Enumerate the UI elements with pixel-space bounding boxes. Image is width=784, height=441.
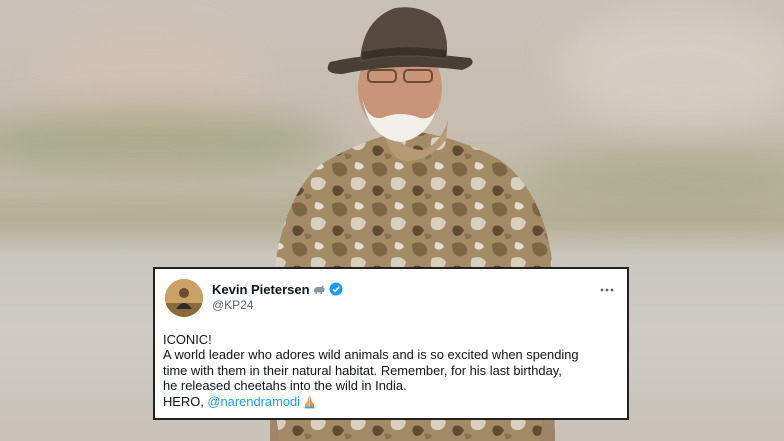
- tweet-line-5-prefix: HERO,: [163, 393, 208, 409]
- tweet-line-4: he released cheetahs into the wild in In…: [163, 378, 407, 394]
- rhino-icon: [312, 282, 326, 296]
- author-handle[interactable]: @KP24: [212, 298, 254, 312]
- tweet-text: ICONIC! A world leader who adores wild a…: [163, 332, 623, 409]
- mention-link[interactable]: @narendramodi: [207, 394, 300, 409]
- tweet-line-1: ICONIC!: [163, 332, 212, 347]
- tweet-line-3: time with them in their natural habitat.…: [163, 362, 562, 378]
- folded-hands-icon: [302, 394, 317, 409]
- tweet-author-row: Kevin Pietersen: [212, 280, 343, 298]
- tweet-line-5: HERO, @narendramodi: [163, 394, 623, 409]
- tweet-line-2: A world leader who adores wild animals a…: [163, 347, 579, 363]
- author-display-name[interactable]: Kevin Pietersen: [212, 282, 310, 297]
- more-options-icon[interactable]: [599, 282, 615, 292]
- tweet-card[interactable]: Kevin Pietersen @KP24 ICONIC! A world le…: [153, 267, 629, 420]
- avatar[interactable]: [165, 279, 203, 317]
- background-blur-light: [560, 10, 784, 130]
- verified-badge-icon: [329, 282, 343, 296]
